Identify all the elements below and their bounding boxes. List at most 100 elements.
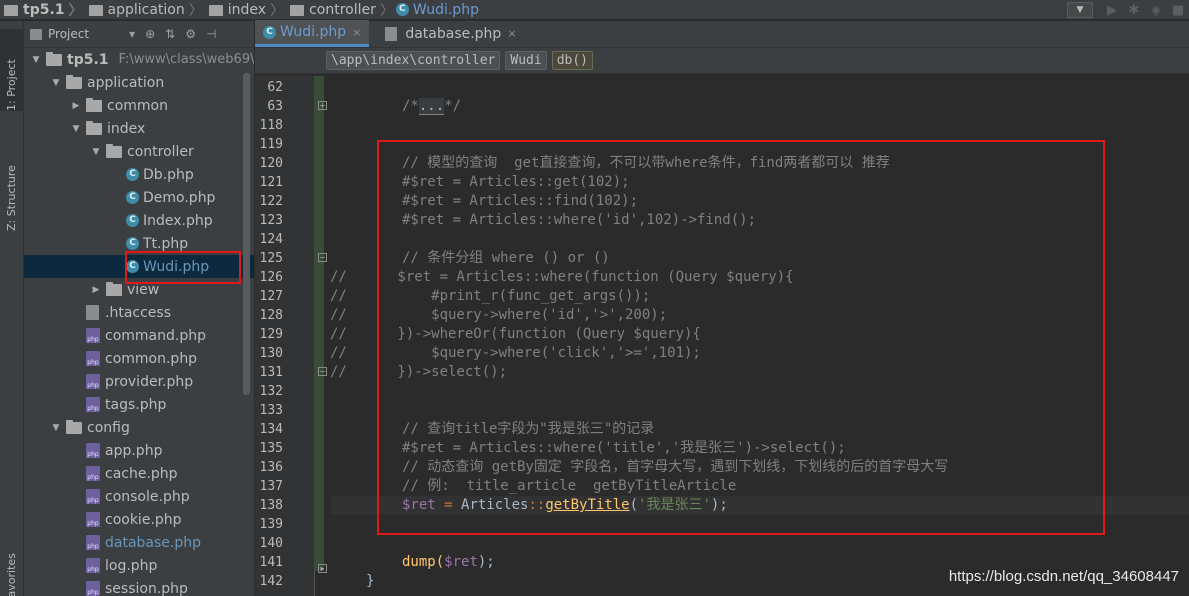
php-file-icon — [86, 374, 100, 389]
stop-icon[interactable]: ■ — [1167, 3, 1189, 18]
tree-item[interactable]: ▶provider.php — [24, 370, 255, 393]
close-icon[interactable]: × — [507, 27, 516, 40]
tree-item[interactable]: ▶ common — [24, 94, 255, 117]
tree-item-label: tp5.1 — [67, 52, 109, 68]
line-number: 123 — [255, 211, 283, 230]
tree-item[interactable]: ▼ index — [24, 117, 255, 140]
chevron-right-icon[interactable]: ▶ — [70, 101, 82, 111]
chevron-down-icon[interactable]: ▼ — [50, 78, 62, 88]
tree-item[interactable]: ▶console.php — [24, 485, 255, 508]
debug-icon[interactable]: ✱ — [1123, 3, 1145, 18]
nav-crumb-index[interactable]: index〉 — [205, 0, 286, 20]
tree-item-label: index — [107, 121, 145, 137]
tab-wudi-php[interactable]: C Wudi.php × — [255, 20, 369, 47]
tree-item[interactable]: ▶command.php — [24, 324, 255, 347]
favorites-tool-tab[interactable]: 2: Favorites — [0, 541, 24, 596]
line-number: 126 — [255, 268, 283, 287]
hide-panel-icon[interactable]: ⊣ — [206, 27, 216, 41]
nav-crumb-application[interactable]: application〉 — [85, 0, 205, 20]
tree-item[interactable]: ▶cache.php — [24, 462, 255, 485]
nav-crumb-controller[interactable]: controller〉 — [286, 0, 396, 20]
folder-icon — [106, 284, 122, 296]
tree-item-label: common — [107, 98, 168, 114]
line-number: 137 — [255, 477, 283, 496]
tree-item[interactable]: ▶common.php — [24, 347, 255, 370]
tree-item[interactable]: ▶tags.php — [24, 393, 255, 416]
line-number: 122 — [255, 192, 283, 211]
expand-fold-icon[interactable]: + — [318, 101, 327, 110]
project-view-selector[interactable]: Project — [48, 27, 89, 41]
project-path: F:\www\class\web69\ — [119, 52, 255, 67]
file-highlight-box — [125, 251, 241, 284]
tree-item[interactable]: ▶cookie.php — [24, 508, 255, 531]
line-number: 124 — [255, 230, 283, 249]
sync-icon[interactable]: ⊕ — [145, 27, 155, 41]
nav-crumb-tp51[interactable]: tp5.1〉 — [0, 0, 85, 20]
crumb-class[interactable]: Wudi — [505, 51, 546, 70]
tree-item-label: application — [87, 75, 164, 91]
php-file-icon — [86, 558, 100, 573]
run-config-dropdown[interactable]: ▼ — [1067, 2, 1093, 18]
file-icon — [86, 305, 99, 320]
class-icon: C — [396, 3, 409, 16]
chevron-down-icon[interactable]: ▼ — [90, 147, 102, 157]
gear-icon[interactable]: ⚙ — [185, 27, 196, 41]
tree-item[interactable]: ▶session.php — [24, 577, 255, 596]
line-number: 127 — [255, 287, 283, 306]
nav-crumb-wudi[interactable]: CWudi.php — [396, 2, 479, 18]
folder-icon — [106, 146, 122, 158]
php-file-icon — [86, 581, 100, 596]
line-number: 118 — [255, 116, 283, 135]
project-scrollbar[interactable] — [243, 73, 250, 395]
coverage-icon[interactable]: ◈ — [1145, 3, 1167, 18]
line-number: 140 — [255, 534, 283, 553]
chevron-down-icon[interactable]: ▾ — [129, 27, 135, 41]
line-number: 138 — [255, 496, 283, 515]
php-file-icon — [86, 443, 100, 458]
collapse-all-icon[interactable]: ⇅ — [165, 27, 175, 41]
tree-item[interactable]: ▶CIndex.php — [24, 209, 255, 232]
code-token: */ — [444, 98, 461, 114]
line-number: 121 — [255, 173, 283, 192]
tree-item-label: cache.php — [105, 466, 178, 482]
line-number: 131 — [255, 363, 283, 382]
line-number: 139 — [255, 515, 283, 534]
code-token: dump( — [402, 554, 444, 570]
structure-tool-tab[interactable]: Z: Structure — [0, 141, 24, 231]
tab-database-php[interactable]: database.php × — [369, 20, 524, 47]
fold-start-icon[interactable]: − — [318, 253, 327, 262]
code-token: ... — [419, 98, 444, 115]
chevron-right-icon[interactable]: ▶ — [90, 285, 102, 295]
tree-item[interactable]: ▶.htaccess — [24, 301, 255, 324]
chevron-down-icon[interactable]: ▼ — [30, 55, 42, 65]
tree-item[interactable]: ▶CDemo.php — [24, 186, 255, 209]
php-file-icon — [86, 466, 100, 481]
fold-end-icon[interactable]: ▸ — [318, 564, 327, 573]
tree-item[interactable]: ▼controller — [24, 140, 255, 163]
chevron-down-icon[interactable]: ▼ — [50, 423, 62, 433]
fold-end-icon[interactable]: − — [318, 367, 327, 376]
tree-item[interactable]: ▶app.php — [24, 439, 255, 462]
run-icon[interactable]: ▶ — [1101, 3, 1123, 18]
folder-icon — [66, 77, 82, 89]
close-icon[interactable]: × — [352, 26, 361, 39]
folder-icon — [46, 54, 62, 66]
code-line: /*...*/ — [402, 97, 461, 116]
tree-item-label: Tt.php — [143, 236, 188, 252]
crumb-namespace[interactable]: \app\index\controller — [326, 51, 500, 70]
tree-item[interactable]: ▶log.php — [24, 554, 255, 577]
line-number: 120 — [255, 154, 283, 173]
tree-item[interactable]: ▶database.php — [24, 531, 255, 554]
tree-item-label: Demo.php — [143, 190, 215, 206]
tree-item[interactable]: ▼ application — [24, 71, 255, 94]
chevron-down-icon[interactable]: ▼ — [70, 124, 82, 134]
line-number: 128 — [255, 306, 283, 325]
line-number: 119 — [255, 135, 283, 154]
tree-item[interactable]: ▼config — [24, 416, 255, 439]
project-panel: Project ▾ ⊕ ⇅ ⚙ ⊣ ▼ tp5.1 F:\www\class\web… — [24, 21, 255, 596]
project-tool-tab[interactable]: 1: Project — [0, 29, 24, 111]
tree-item[interactable]: ▶CDb.php — [24, 163, 255, 186]
crumb-method[interactable]: db() — [552, 51, 593, 70]
class-icon: C — [126, 191, 139, 204]
tree-item[interactable]: ▼ tp5.1 F:\www\class\web69\ — [24, 48, 255, 71]
